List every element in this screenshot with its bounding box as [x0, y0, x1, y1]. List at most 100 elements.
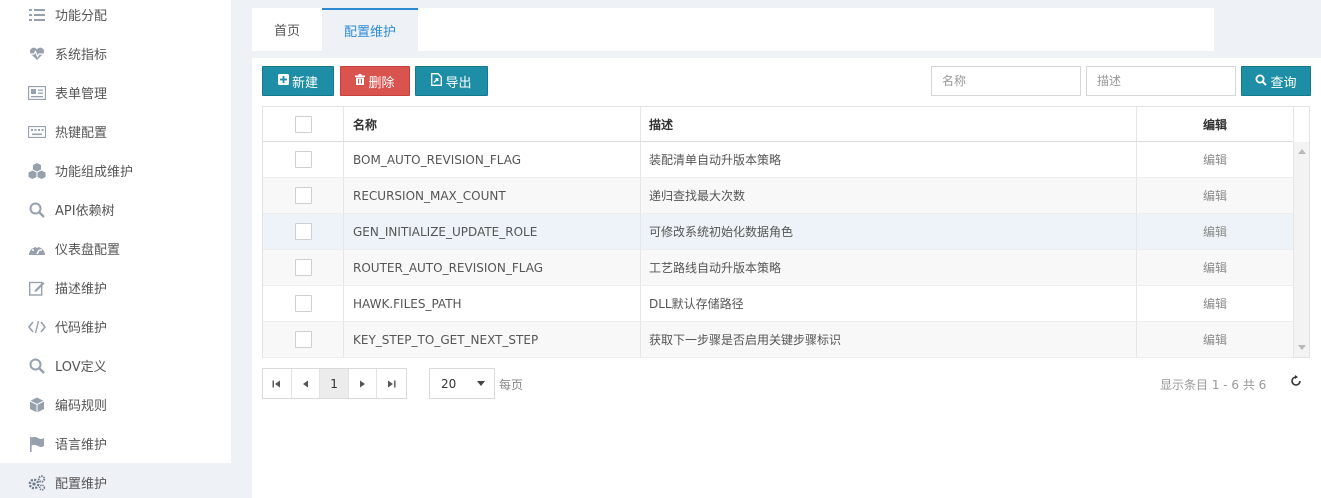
sidebar-item-desc-maint[interactable]: 描述维护	[0, 268, 231, 307]
scroll-up-icon[interactable]	[1298, 149, 1306, 154]
prev-page-icon	[302, 380, 308, 387]
row-desc: DLL默认存储路径	[640, 286, 1136, 321]
name-search-input[interactable]	[931, 66, 1081, 96]
row-checkbox[interactable]	[294, 187, 312, 204]
code-icon	[28, 318, 46, 336]
edit-link[interactable]: 编辑	[1203, 295, 1227, 312]
table-row[interactable]: RECURSION_MAX_COUNT 递归查找最大次数 编辑	[263, 178, 1293, 214]
query-button-label: 查询	[1270, 75, 1297, 91]
sidebar-item-code-maint[interactable]: 代码维护	[0, 307, 231, 346]
edit-link[interactable]: 编辑	[1203, 187, 1227, 204]
row-select-cell	[263, 178, 343, 213]
row-checkbox[interactable]	[294, 151, 312, 168]
page-size-value: 20	[441, 376, 457, 391]
grid-header: 名称 描述 编辑	[263, 107, 1293, 142]
sidebar-item-label: 表单管理	[55, 87, 108, 102]
sidebar-item-function-group[interactable]: 功能组成维护	[0, 151, 231, 190]
sidebar-item-code-rules[interactable]: 编码规则	[0, 385, 231, 424]
edit-icon	[28, 279, 46, 297]
row-checkbox[interactable]	[294, 295, 312, 312]
sidebar-item-language-maint[interactable]: 语言维护	[0, 424, 231, 463]
row-checkbox[interactable]	[294, 331, 312, 348]
next-page-icon	[360, 380, 366, 387]
flag-icon	[28, 435, 46, 453]
desc-search-input[interactable]	[1086, 66, 1236, 96]
per-page-label: 每页	[499, 378, 524, 392]
tab-config-maint[interactable]: 配置维护	[322, 8, 418, 51]
table-row[interactable]: KEY_STEP_TO_GET_NEXT_STEP 获取下一步骤是否启用关键步骤…	[263, 322, 1293, 358]
sidebar: 功能分配 系统指标 表单管理 热键配置 功能组成维护 API依赖树 仪表盘配置 …	[0, 0, 231, 498]
tab-bar: 首页 配置维护	[252, 8, 1214, 51]
edit-link[interactable]: 编辑	[1203, 331, 1227, 348]
sidebar-item-function-assign[interactable]: 功能分配	[0, 0, 231, 34]
edit-link[interactable]: 编辑	[1203, 223, 1227, 240]
sidebar-item-config-maint[interactable]: 配置维护	[0, 463, 231, 498]
sidebar-item-system-metrics[interactable]: 系统指标	[0, 34, 231, 73]
new-button[interactable]: 新建	[262, 66, 334, 96]
row-desc: 工艺路线自动升版本策略	[640, 250, 1136, 285]
row-select-cell	[263, 142, 343, 177]
sidebar-item-dashboard-config[interactable]: 仪表盘配置	[0, 229, 231, 268]
sidebar-item-lov-define[interactable]: LOV定义	[0, 346, 231, 385]
row-name: KEY_STEP_TO_GET_NEXT_STEP	[343, 322, 639, 357]
row-desc: 获取下一步骤是否启用关键步骤标识	[640, 322, 1136, 357]
file-export-icon	[431, 73, 443, 89]
current-page[interactable]: 1	[320, 369, 349, 398]
keyboard-icon	[28, 123, 46, 141]
row-desc: 装配清单自动升版本策略	[640, 142, 1136, 177]
sidebar-item-hotkey-config[interactable]: 热键配置	[0, 112, 231, 151]
trash-icon	[355, 74, 366, 88]
plus-square-icon	[277, 74, 289, 88]
sidebar-item-label: 语言维护	[55, 438, 108, 453]
row-name: HAWK.FILES_PATH	[343, 286, 639, 321]
sidebar-item-label: 代码维护	[55, 321, 108, 336]
row-edit-cell: 编辑	[1136, 250, 1293, 285]
page-size-select[interactable]: 20	[429, 368, 495, 399]
edit-link[interactable]: 编辑	[1203, 151, 1227, 168]
sidebar-item-label: 热键配置	[55, 126, 108, 141]
delete-button[interactable]: 删除	[340, 66, 410, 96]
table-row[interactable]: HAWK.FILES_PATH DLL默认存储路径 编辑	[263, 286, 1293, 322]
row-edit-cell: 编辑	[1136, 178, 1293, 213]
sidebar-item-label: 编码规则	[55, 399, 108, 414]
new-button-label: 新建	[291, 75, 318, 91]
chevron-down-icon	[477, 381, 485, 386]
row-select-cell	[263, 250, 343, 285]
row-edit-cell: 编辑	[1136, 286, 1293, 321]
row-checkbox[interactable]	[294, 223, 312, 240]
config-grid: 名称 描述 编辑 BOM_AUTO_REVISION_FLAG 装配清单自动升版…	[262, 106, 1310, 358]
first-page-button[interactable]	[263, 369, 292, 398]
row-name: ROUTER_AUTO_REVISION_FLAG	[343, 250, 639, 285]
sidebar-item-form-manage[interactable]: 表单管理	[0, 73, 231, 112]
sidebar-item-api-tree[interactable]: API依赖树	[0, 190, 231, 229]
table-row[interactable]: BOM_AUTO_REVISION_FLAG 装配清单自动升版本策略 编辑	[263, 142, 1293, 178]
row-edit-cell: 编辑	[1136, 322, 1293, 357]
heartbeat-icon	[28, 45, 46, 63]
page-info: 显示条目 1 - 6 共 6	[1160, 378, 1267, 392]
table-row[interactable]: ROUTER_AUTO_REVISION_FLAG 工艺路线自动升版本策略 编辑	[263, 250, 1293, 286]
scroll-down-icon[interactable]	[1298, 345, 1306, 350]
row-checkbox[interactable]	[294, 259, 312, 276]
row-select-cell	[263, 286, 343, 321]
row-edit-cell: 编辑	[1136, 142, 1293, 177]
row-desc: 递归查找最大次数	[640, 178, 1136, 213]
query-button[interactable]: 查询	[1241, 66, 1311, 96]
tab-home[interactable]: 首页	[252, 8, 322, 51]
edit-link[interactable]: 编辑	[1203, 259, 1227, 276]
next-page-button[interactable]	[349, 369, 378, 398]
prev-page-button[interactable]	[292, 369, 321, 398]
export-button[interactable]: 导出	[415, 66, 488, 96]
select-all-checkbox[interactable]	[294, 115, 312, 133]
column-header-name[interactable]: 名称	[343, 107, 639, 141]
header-scroll-gutter	[1293, 107, 1309, 142]
id-card-icon	[28, 84, 46, 102]
table-row[interactable]: GEN_INITIALIZE_UPDATE_ROLE 可修改系统初始化数据角色 …	[263, 214, 1293, 250]
grid-scrollbar[interactable]	[1293, 142, 1309, 357]
sidebar-item-label: LOV定义	[55, 360, 107, 375]
row-name: GEN_INITIALIZE_UPDATE_ROLE	[343, 214, 639, 249]
last-page-icon	[388, 380, 396, 387]
column-header-desc[interactable]: 描述	[640, 107, 1136, 141]
sidebar-item-label: 仪表盘配置	[55, 243, 121, 258]
refresh-icon[interactable]	[1290, 375, 1304, 389]
last-page-button[interactable]	[377, 369, 406, 398]
